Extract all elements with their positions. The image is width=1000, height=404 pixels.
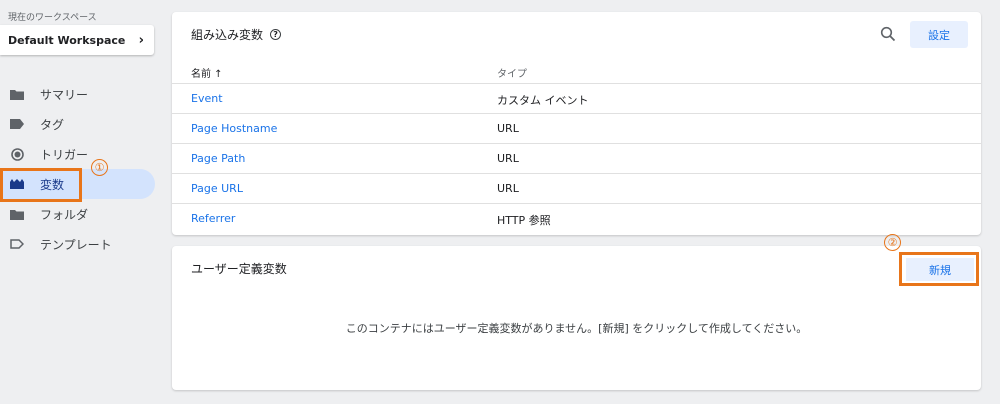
folder-icon [10,208,24,220]
annotation-number-1: ① [91,159,108,176]
table-row: Page URL URL [172,174,981,204]
user-defined-variables-title: ユーザー定義変数 [191,262,287,276]
variable-name-link[interactable]: Event [191,92,223,105]
builtin-variables-title: 組み込み変数 ? [191,26,282,43]
user-defined-variables-card: ユーザー定義変数 新規 このコンテナにはユーザー定義変数がありません。[新規] … [172,246,981,390]
variable-name-link[interactable]: Page Path [191,152,245,165]
settings-button[interactable]: 設定 [910,21,968,48]
workspace-selector[interactable]: Default Workspace › [0,25,154,55]
table-row: Page Hostname URL [172,114,981,144]
sidebar-item-tags[interactable]: タグ [0,109,163,139]
variable-name-link[interactable]: Referrer [191,212,235,225]
variables-highlight-box [0,168,82,202]
new-button-highlight-box [899,252,979,286]
variable-type: URL [497,122,519,135]
folder-icon [10,88,24,100]
sidebar-item-label: トリガー [40,147,89,162]
trigger-icon [10,147,24,161]
help-icon[interactable]: ? [270,29,282,40]
annotation-number-2: ② [884,234,901,251]
builtin-title-text: 組み込み変数 [191,28,264,42]
table-row: Page Path URL [172,144,981,174]
variable-name-link[interactable]: Page URL [191,182,243,195]
sidebar-item-triggers[interactable]: トリガー [0,139,163,169]
tag-icon [10,118,24,130]
template-icon [10,238,24,250]
sidebar-item-templates[interactable]: テンプレート [0,229,163,259]
variable-name-link[interactable]: Page Hostname [191,122,277,135]
sidebar-item-label: フォルダ [40,207,89,222]
sidebar-item-summary[interactable]: サマリー [0,79,163,109]
sidebar-item-label: タグ [40,117,65,132]
builtin-variables-card: 組み込み変数 ? 設定 名前 ↑ タイプ Event カスタム イベント Pag… [172,12,981,235]
variable-type: URL [497,152,519,165]
variable-type: HTTP 参照 [497,214,551,227]
search-icon[interactable] [880,26,896,42]
column-header-type: タイプ [497,69,527,80]
workspace-name: Default Workspace [8,33,126,47]
workspace-label: 現在のワークスペース [8,13,97,23]
sidebar-item-folders[interactable]: フォルダ [0,199,163,229]
column-header-name[interactable]: 名前 ↑ [191,65,223,80]
sidebar-item-label: テンプレート [40,237,112,252]
chevron-right-icon: › [138,32,144,48]
sidebar: 現在のワークスペース Default Workspace › サマリー タグ ト… [0,0,163,404]
sidebar-item-label: サマリー [40,87,89,102]
table-row: Referrer HTTP 参照 [172,204,981,234]
empty-state-message: このコンテナにはユーザー定義変数がありません。[新規] をクリックして作成してく… [345,322,808,335]
table-row: Event カスタム イベント [172,84,981,114]
table-header: 名前 ↑ タイプ [172,62,981,84]
variable-type: カスタム イベント [497,94,589,107]
variable-type: URL [497,182,519,195]
